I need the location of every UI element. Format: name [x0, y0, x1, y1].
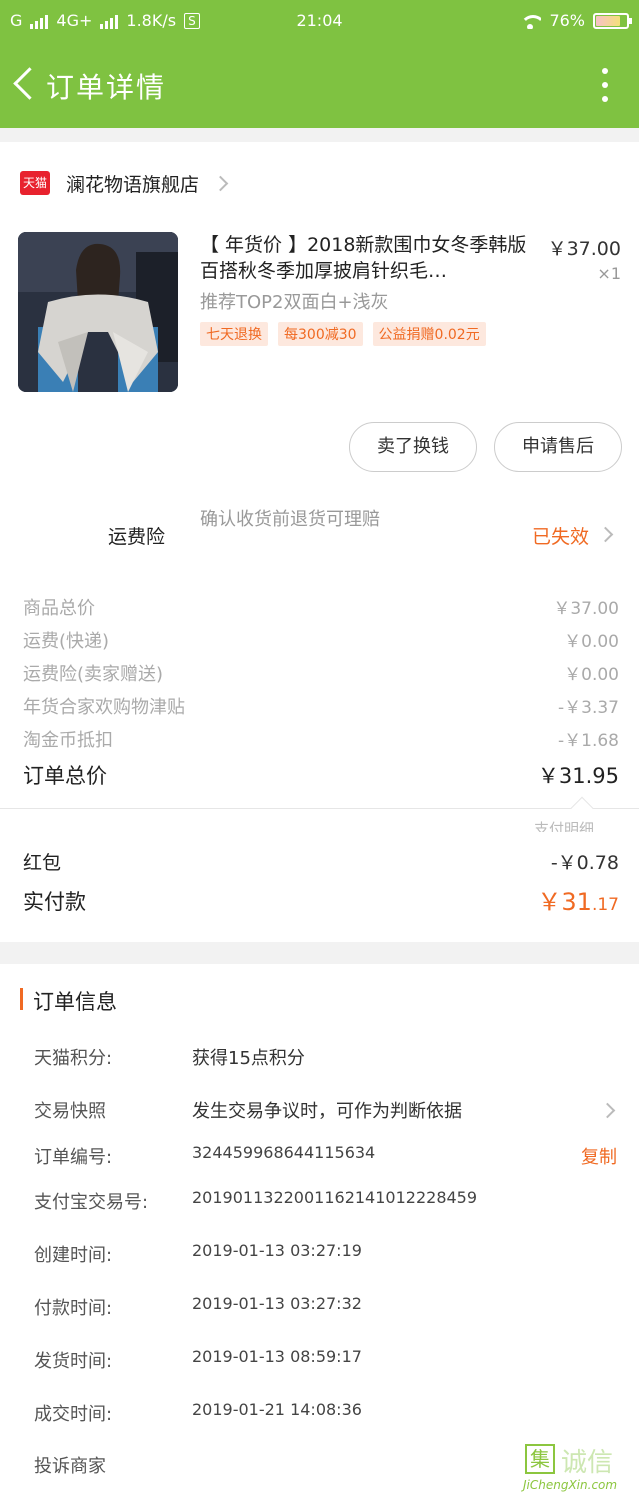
- fee-value: ￥37.00: [553, 599, 619, 619]
- product-image[interactable]: [18, 232, 178, 392]
- product-quantity: ×1: [597, 264, 621, 283]
- paid-integer: 31: [561, 888, 592, 916]
- info-value: 获得15点积分: [192, 1048, 305, 1069]
- fee-label: 运费(快递): [23, 631, 110, 652]
- info-key: 发货时间:: [34, 1351, 113, 1372]
- info-key: 订单编号:: [34, 1147, 113, 1168]
- watermark-logo-icon: 集: [525, 1444, 555, 1474]
- fee-value: ￥0.00: [564, 632, 619, 652]
- info-row-snapshot[interactable]: 交易快照 发生交易争议时，可作为判断依据: [34, 1097, 617, 1127]
- sell-button[interactable]: 卖了换钱: [349, 422, 477, 472]
- tmall-logo-icon: 天猫: [20, 171, 50, 195]
- info-value: 2019-01-13 03:27:19: [192, 1241, 362, 1260]
- chevron-right-icon: [212, 175, 229, 191]
- info-row-created: 创建时间: 2019-01-13 03:27:19: [34, 1241, 617, 1271]
- order-total-label: 订单总价: [23, 764, 107, 788]
- info-value: 发生交易争议时，可作为判断依据: [192, 1101, 462, 1122]
- complain-merchant-link[interactable]: 投诉商家: [34, 1452, 106, 1478]
- site-watermark: 集 诚信 JiChengXin.com: [521, 1440, 639, 1496]
- fee-label: 淘金币抵扣: [23, 730, 113, 751]
- fee-value: -￥1.68: [558, 731, 619, 751]
- info-key: 创建时间:: [34, 1245, 113, 1266]
- back-arrow-icon[interactable]: [12, 64, 36, 104]
- fee-label: 运费险(卖家赠送): [23, 664, 164, 685]
- page-title: 订单详情: [46, 71, 167, 104]
- battery-icon: [593, 12, 632, 29]
- after-sale-button[interactable]: 申请售后: [494, 422, 622, 472]
- info-value: 324459968644115634: [192, 1143, 376, 1162]
- fee-row: 商品总价 ￥37.00: [23, 594, 619, 624]
- fee-label: 年货合家欢购物津贴: [23, 697, 185, 718]
- info-key: 付款时间:: [34, 1298, 113, 1319]
- red-packet-label: 红包: [23, 852, 62, 874]
- info-key: 交易快照: [34, 1101, 106, 1122]
- fee-row: 运费(快递) ￥0.00: [23, 627, 619, 657]
- info-row-paid: 付款时间: 2019-01-13 03:27:32: [34, 1294, 617, 1324]
- chevron-right-icon[interactable]: [599, 1102, 616, 1119]
- info-row-shipped: 发货时间: 2019-01-13 08:59:17: [34, 1347, 617, 1377]
- info-row-points: 天猫积分: 获得15点积分: [34, 1044, 617, 1074]
- top-bar: G 4G+ 1.8K/s S 21:04 76% 订单详情: [0, 0, 639, 128]
- battery-percent: 76%: [549, 11, 585, 30]
- status-right: 76%: [519, 11, 632, 30]
- watermark-text: 诚信: [561, 1448, 614, 1478]
- info-key: 支付宝交易号:: [34, 1192, 149, 1213]
- info-row-order-number: 订单编号: 324459968644115634 复制: [34, 1143, 617, 1173]
- info-value: 2019011322001162141012228459: [192, 1188, 478, 1207]
- fee-row: 淘金币抵扣 -￥1.68: [23, 726, 619, 756]
- info-value: 2019-01-13 08:59:17: [192, 1347, 362, 1366]
- info-value: 2019-01-13 03:27:32: [192, 1294, 362, 1313]
- order-summary-card: 天猫 澜花物语旗舰店 【 年货价 】2018新款围巾女冬季韩版百搭秋冬季加厚披肩…: [0, 142, 639, 942]
- battery-fill: [596, 15, 621, 26]
- insurance-description: 确认收货前退货可理赔: [200, 509, 380, 530]
- chevron-right-icon[interactable]: [597, 526, 614, 543]
- copy-button[interactable]: 复制: [581, 1143, 617, 1169]
- service-tag: 七天退换: [200, 322, 268, 346]
- more-menu-icon[interactable]: [601, 68, 609, 102]
- app-header: 订单详情: [0, 54, 639, 114]
- fee-row: 运费险(卖家赠送) ￥0.00: [23, 660, 619, 690]
- status-bar: G 4G+ 1.8K/s S 21:04 76%: [0, 0, 639, 44]
- product-sku: 推荐TOP2双面白+浅灰: [200, 292, 389, 313]
- red-packet-value: -￥0.78: [550, 852, 619, 874]
- red-packet-row: 红包 -￥0.78: [23, 848, 619, 878]
- info-key: 成交时间:: [34, 1404, 113, 1425]
- divider: [0, 808, 639, 809]
- info-value: 2019-01-21 14:08:36: [192, 1400, 362, 1419]
- fee-value: ￥0.00: [564, 665, 619, 685]
- paid-value: ￥31.17: [537, 882, 619, 917]
- info-row-completed: 成交时间: 2019-01-21 14:08:36: [34, 1400, 617, 1430]
- paid-row: 实付款 ￥31.17: [23, 882, 619, 922]
- shop-row[interactable]: 天猫 澜花物语旗舰店: [20, 168, 229, 198]
- service-tag: 每300减30: [278, 322, 363, 346]
- order-total-row: 订单总价 ￥31.95: [23, 760, 619, 794]
- order-info-title: 订单信息: [33, 990, 117, 1014]
- wifi-icon: [519, 13, 542, 29]
- fee-row: 年货合家欢购物津贴 -￥3.37: [23, 693, 619, 723]
- fee-value: -￥3.37: [558, 698, 619, 718]
- service-tag: 公益捐赠0.02元: [372, 322, 486, 346]
- order-info-card: 订单信息 天猫积分: 获得15点积分 交易快照 发生交易争议时，可作为判断依据 …: [0, 964, 639, 1500]
- paid-decimal: .17: [591, 895, 619, 915]
- info-row-alipay: 支付宝交易号: 2019011322001162141012228459: [34, 1188, 617, 1218]
- section-accent-bar: [20, 988, 23, 1010]
- product-price: ￥37.00: [547, 238, 621, 260]
- payment-details-partial: 支付明细: [534, 820, 595, 832]
- insurance-label: 运费险: [108, 526, 166, 548]
- pointer-notch: [570, 796, 594, 820]
- product-title[interactable]: 【 年货价 】2018新款围巾女冬季韩版百搭秋冬季加厚披肩针织毛…: [200, 232, 542, 284]
- watermark-url: JiChengXin.com: [523, 1478, 618, 1492]
- paid-label: 实付款: [23, 890, 86, 914]
- fee-label: 商品总价: [23, 598, 95, 619]
- service-tags: 七天退换 每300减30 公益捐赠0.02元: [200, 322, 486, 346]
- info-key: 天猫积分:: [34, 1048, 113, 1069]
- paid-currency: ￥: [537, 888, 562, 916]
- order-total-value: ￥31.95: [537, 764, 619, 788]
- shop-name[interactable]: 澜花物语旗舰店: [66, 170, 199, 197]
- insurance-status[interactable]: 已失效: [532, 522, 589, 549]
